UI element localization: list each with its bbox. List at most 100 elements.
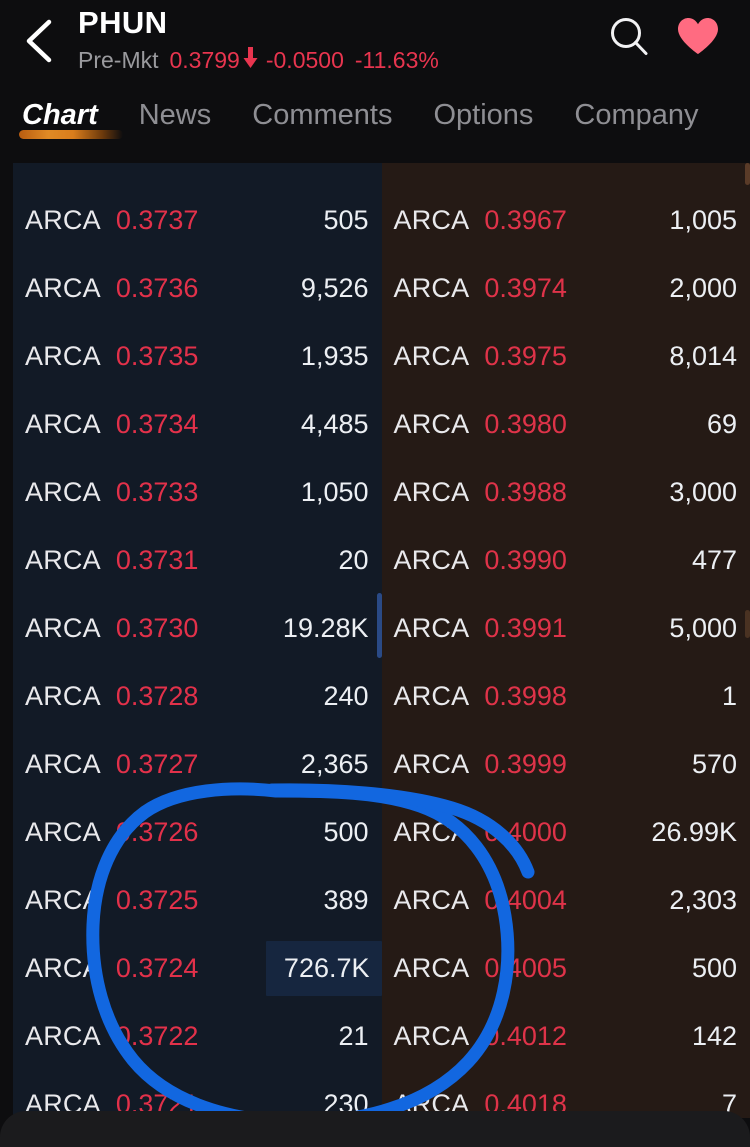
ask-row[interactable]: ARCA 0.3974 2,000	[382, 254, 750, 322]
heart-icon	[676, 16, 720, 61]
session-label: Pre-Mkt	[78, 47, 159, 73]
size-value: 8,014	[669, 340, 737, 371]
ask-row[interactable]: ARCA 0.3988 3,000	[382, 458, 750, 526]
market-maker-label: ARCA	[393, 816, 470, 847]
bid-row[interactable]: ARCA 0.3733 1,050	[13, 458, 382, 526]
price-change: -0.0500	[265, 47, 344, 73]
header-actions	[608, 0, 750, 95]
tab-company-label: Company	[574, 99, 699, 131]
size-value: 1,935	[300, 340, 369, 371]
tab-comments[interactable]: Comments	[252, 95, 392, 139]
ask-row[interactable]: ARCA 0.3980 69	[382, 390, 750, 458]
ask-row[interactable]: ARCA 0.3991 5,000	[382, 594, 750, 662]
search-icon	[608, 15, 650, 62]
bid-row[interactable]: ARCA 0.3725 389	[13, 866, 382, 934]
ask-row[interactable]: ARCA 0.3999 570	[382, 730, 750, 798]
market-maker-label: ARCA	[25, 816, 101, 847]
size-value: 2,365	[300, 748, 369, 779]
tab-news-label: News	[138, 99, 212, 131]
market-maker-label: ARCA	[25, 1020, 101, 1051]
size-value: 2,000	[669, 272, 737, 303]
price-value: 0.3731	[115, 544, 199, 575]
size-value: 142	[691, 1020, 737, 1051]
title-block: PHUN Pre-Mkt 0.3799 -0.0500 -11.63%	[78, 0, 608, 76]
size-value: 4,485	[300, 408, 369, 439]
price-value: 0.3730	[115, 612, 199, 643]
size-value: 389	[323, 884, 369, 915]
size-value: 500	[691, 952, 737, 983]
bid-row[interactable]: ARCA 0.3734 4,485	[13, 390, 382, 458]
bid-row[interactable]: ARCA 0.3726 500	[13, 798, 382, 866]
market-maker-label: ARCA	[25, 952, 101, 983]
tab-company[interactable]: Company	[574, 95, 698, 139]
price-value: 0.3737	[115, 204, 199, 235]
price-value: 0.4000	[484, 816, 567, 847]
tab-options[interactable]: Options	[433, 95, 533, 139]
bid-row[interactable]: ARCA 0.3724 726.7K	[13, 934, 382, 1002]
tab-chart-label: Chart	[22, 99, 98, 131]
size-value: 505	[323, 204, 369, 235]
bottom-sheet-handle[interactable]	[0, 1111, 750, 1147]
ask-row[interactable]: ARCA 0.4012 142	[382, 1002, 750, 1070]
bid-row[interactable]: ARCA 0.3730 19.28K	[13, 594, 382, 662]
price-value: 0.3999	[484, 748, 567, 779]
bid-row[interactable]: ARCA 0.3737 505	[13, 186, 382, 254]
size-value: 19.28K	[282, 612, 369, 643]
market-maker-label: ARCA	[393, 476, 470, 507]
market-maker-label: ARCA	[393, 408, 470, 439]
ticker-symbol: PHUN	[78, 5, 168, 40]
size-value: 1	[721, 680, 737, 711]
price-value: 0.3733	[115, 476, 199, 507]
size-value: 1,005	[669, 204, 737, 235]
ask-row[interactable]: ARCA 0.3975 8,014	[382, 322, 750, 390]
bid-row[interactable]: ARCA 0.3735 1,935	[13, 322, 382, 390]
bid-row[interactable]: ARCA 0.3727 2,365	[13, 730, 382, 798]
size-value: 240	[323, 680, 369, 711]
chevron-left-icon	[22, 16, 56, 66]
tab-options-label: Options	[433, 99, 534, 131]
price-value: 0.3988	[484, 476, 567, 507]
ask-row[interactable]: ARCA 0.4000 26.99K	[382, 798, 750, 866]
size-value: 26.99K	[651, 816, 737, 847]
back-button[interactable]	[0, 0, 78, 95]
market-maker-label: ARCA	[393, 272, 470, 303]
level2-order-book: ARCA 0.3737 505 ARCA 0.3736 9,526 ARCA 0.3735 1,…	[0, 163, 750, 1118]
ask-row[interactable]: ARCA 0.3967 1,005	[382, 186, 750, 254]
tab-chart[interactable]: Chart	[19, 95, 123, 139]
price-value: 0.3724	[115, 952, 199, 983]
tab-news[interactable]: News	[139, 95, 212, 139]
price-value: 0.4012	[484, 1020, 567, 1051]
search-button[interactable]	[608, 15, 650, 62]
ask-column[interactable]: ARCA 0.3967 1,005 ARCA 0.3974 2,000 ARCA 0.3975…	[381, 163, 750, 1118]
ask-row[interactable]: ARCA 0.3990 477	[382, 526, 750, 594]
market-maker-label: ARCA	[25, 748, 101, 779]
price-value: 0.3975	[484, 340, 567, 371]
favorite-button[interactable]	[676, 16, 720, 61]
market-maker-label: ARCA	[393, 680, 470, 711]
market-maker-label: ARCA	[25, 544, 101, 575]
price-value: 0.3736	[115, 272, 199, 303]
bid-column[interactable]: ARCA 0.3737 505 ARCA 0.3736 9,526 ARCA 0.3735 1,…	[13, 163, 382, 1118]
market-maker-label: ARCA	[393, 340, 470, 371]
price-value: 0.3735	[115, 340, 199, 371]
size-value: 1,050	[300, 476, 369, 507]
price-change-percent: -11.63%	[354, 47, 439, 73]
ask-scrollbar-thumb-top[interactable]	[745, 163, 750, 185]
size-value: 21	[338, 1020, 369, 1051]
bid-row[interactable]: ARCA 0.3722 21	[13, 1002, 382, 1070]
price-value: 0.3734	[115, 408, 199, 439]
ask-row[interactable]: ARCA 0.3998 1	[382, 662, 750, 730]
bid-row[interactable]: ARCA 0.3736 9,526	[13, 254, 382, 322]
ask-scrollbar-thumb[interactable]	[745, 610, 750, 638]
price-value: 0.3990	[484, 544, 567, 575]
arrow-down-icon	[242, 47, 259, 73]
ask-row[interactable]: ARCA 0.4005 500	[382, 934, 750, 1002]
market-maker-label: ARCA	[25, 476, 101, 507]
bid-row[interactable]: ARCA 0.3731 20	[13, 526, 382, 594]
ask-row[interactable]: ARCA 0.4004 2,303	[382, 866, 750, 934]
market-maker-label: ARCA	[393, 544, 470, 575]
market-maker-label: ARCA	[393, 1020, 470, 1051]
size-value: 500	[323, 816, 369, 847]
price-value: 0.3728	[115, 680, 199, 711]
bid-row[interactable]: ARCA 0.3728 240	[13, 662, 382, 730]
